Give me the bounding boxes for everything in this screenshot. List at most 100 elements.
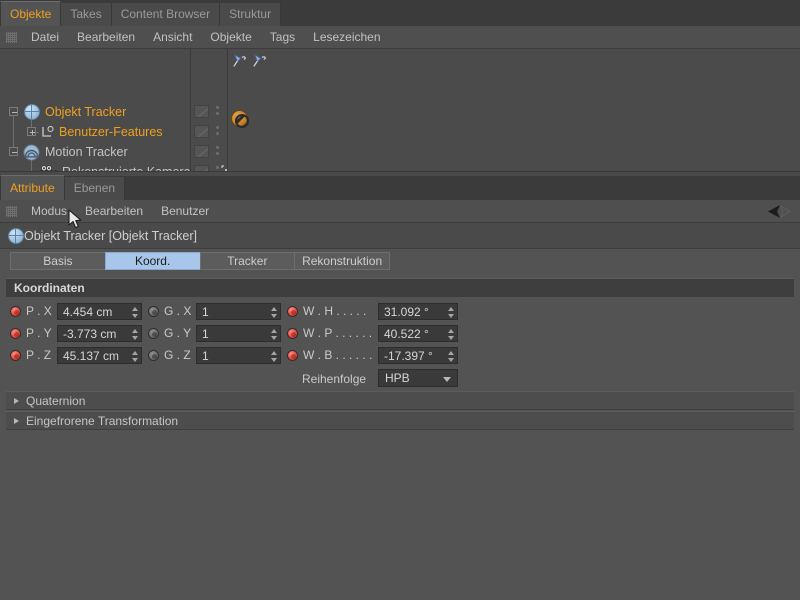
value-scale-y: 1 [202, 327, 209, 341]
radio-scale-y[interactable] [148, 328, 159, 339]
input-scale-x[interactable]: 1 [196, 303, 281, 320]
visibility-toggle[interactable] [194, 105, 209, 118]
navigation-arrows[interactable] [748, 203, 792, 220]
chevron-right-icon [14, 398, 19, 404]
disabled-tag-icon[interactable] [231, 110, 249, 128]
motion-tracker-icon [23, 144, 40, 161]
chevron-down-icon [443, 377, 451, 382]
value-reihenfolge: HPB [385, 371, 410, 385]
pin-tag-icon[interactable] [232, 52, 250, 70]
input-scale-z[interactable]: 1 [196, 347, 281, 364]
property-tab-koord[interactable]: Koord. [104, 252, 200, 270]
spinner-position-y[interactable] [131, 328, 138, 341]
value-rotation-b: -17.397 ° [384, 349, 433, 363]
grip-handle-icon[interactable] [6, 205, 17, 217]
radio-rotation-h[interactable] [287, 306, 298, 317]
cinema4d-window: Objekte Takes Content Browser Struktur D… [0, 0, 800, 600]
label-position-y: P . Y [26, 326, 52, 340]
visibility-dot-render[interactable] [216, 132, 219, 135]
menu-benutzer[interactable]: Benutzer [152, 201, 218, 221]
spinner-scale-y[interactable] [270, 328, 277, 341]
property-tab-tracker[interactable]: Tracker [199, 252, 295, 270]
pin-tag-icon[interactable] [252, 52, 270, 70]
section-eingefrorene-transformation[interactable]: Eingefrorene Transformation [6, 411, 794, 430]
object-row-motion-tracker[interactable]: Motion Tracker [0, 142, 190, 162]
object-manager-menubar: Datei Bearbeiten Ansicht Objekte Tags Le… [0, 26, 800, 49]
tab-takes[interactable]: Takes [61, 3, 112, 26]
object-label: Objekt Tracker [45, 105, 127, 119]
object-label: Motion Tracker [45, 145, 128, 159]
attribute-object-title: Objekt Tracker [Objekt Tracker] [0, 223, 800, 249]
menu-bearbeiten[interactable]: Bearbeiten [68, 27, 144, 47]
menu-modus[interactable]: Modus [22, 201, 76, 221]
menu-ansicht[interactable]: Ansicht [144, 27, 201, 47]
spinner-scale-z[interactable] [270, 350, 277, 363]
object-tree-column: Objekt Tracker Benutzer-Features Motion … [0, 49, 191, 179]
tag-column [228, 49, 800, 171]
radio-position-z[interactable] [10, 350, 21, 361]
radio-scale-z[interactable] [148, 350, 159, 361]
spinner-rotation-h[interactable] [447, 306, 454, 319]
chevron-right-icon [14, 418, 19, 424]
tab-attribute[interactable]: Attribute [0, 175, 65, 200]
input-rotation-p[interactable]: 40.522 ° [378, 325, 458, 342]
spinner-position-x[interactable] [131, 306, 138, 319]
top-tab-bar: Objekte Takes Content Browser Struktur [0, 0, 800, 26]
spinner-position-z[interactable] [131, 350, 138, 363]
label-position-z: P . Z [26, 348, 52, 362]
visibility-dot-render[interactable] [216, 152, 219, 155]
layer-zero-icon [42, 126, 54, 137]
visibility-dot-editor[interactable] [216, 106, 219, 109]
radio-rotation-p[interactable] [287, 328, 298, 339]
value-scale-x: 1 [202, 305, 209, 319]
object-title-label: Objekt Tracker [Objekt Tracker] [24, 228, 197, 243]
radio-position-x[interactable] [10, 306, 21, 317]
menu-lesezeichen[interactable]: Lesezeichen [304, 27, 389, 47]
attribute-manager-body: Modus Bearbeiten Benutzer Objekt Tracker… [0, 200, 800, 600]
visibility-dot-editor[interactable] [216, 166, 219, 169]
visibility-dot-render[interactable] [216, 112, 219, 115]
spinner-scale-x[interactable] [270, 306, 277, 319]
grip-handle-icon[interactable] [6, 31, 17, 43]
tab-content-browser[interactable]: Content Browser [111, 3, 221, 26]
radio-position-y[interactable] [10, 328, 21, 339]
label-rotation-h: W . H . . . . . [303, 304, 367, 318]
object-row-benutzer-features[interactable]: Benutzer-Features [0, 122, 190, 142]
input-position-z[interactable]: 45.137 cm [57, 347, 142, 364]
input-rotation-b[interactable]: -17.397 ° [378, 347, 458, 364]
tab-ebenen[interactable]: Ebenen [64, 177, 126, 200]
radio-scale-x[interactable] [148, 306, 159, 317]
section-quaternion[interactable]: Quaternion [6, 391, 794, 410]
object-row-objekt-tracker[interactable]: Objekt Tracker [0, 102, 190, 122]
property-tab-basis[interactable]: Basis [10, 252, 105, 270]
spinner-rotation-p[interactable] [447, 328, 454, 341]
sphere-tracker-icon [24, 104, 40, 120]
menu-datei[interactable]: Datei [22, 27, 68, 47]
section-label: Quaternion [26, 394, 86, 408]
value-scale-z: 1 [202, 349, 209, 363]
coordinate-row-y: P . Y -3.773 cm G . Y 1 W . P . . . . . … [0, 323, 800, 345]
value-position-y: -3.773 cm [63, 327, 117, 341]
visibility-dot-editor[interactable] [216, 146, 219, 149]
tab-struktur[interactable]: Struktur [220, 3, 282, 26]
menu-tags[interactable]: Tags [261, 27, 304, 47]
input-position-x[interactable]: 4.454 cm [57, 303, 142, 320]
spinner-rotation-b[interactable] [447, 350, 454, 363]
menu-objekte[interactable]: Objekte [201, 27, 260, 47]
label-scale-x: G . X [164, 304, 192, 318]
tab-objekte[interactable]: Objekte [0, 1, 62, 26]
input-rotation-h[interactable]: 31.092 ° [378, 303, 458, 320]
visibility-dot-editor[interactable] [216, 126, 219, 129]
input-scale-y[interactable]: 1 [196, 325, 281, 342]
section-header-koordinaten: Koordinaten [6, 278, 794, 297]
visibility-toggle[interactable] [194, 125, 209, 138]
select-reihenfolge[interactable]: HPB [378, 369, 458, 387]
radio-rotation-b[interactable] [287, 350, 298, 361]
visibility-toggle[interactable] [194, 145, 209, 158]
object-manager-body: Objekt Tracker Benutzer-Features Motion … [0, 49, 800, 179]
input-position-y[interactable]: -3.773 cm [57, 325, 142, 342]
label-rotation-b: W . B . . . . . . [303, 348, 373, 362]
menu-bearbeiten[interactable]: Bearbeiten [76, 201, 152, 221]
attribute-manager-menubar: Modus Bearbeiten Benutzer [0, 200, 800, 223]
property-tab-rekonstruktion[interactable]: Rekonstruktion [294, 252, 390, 270]
